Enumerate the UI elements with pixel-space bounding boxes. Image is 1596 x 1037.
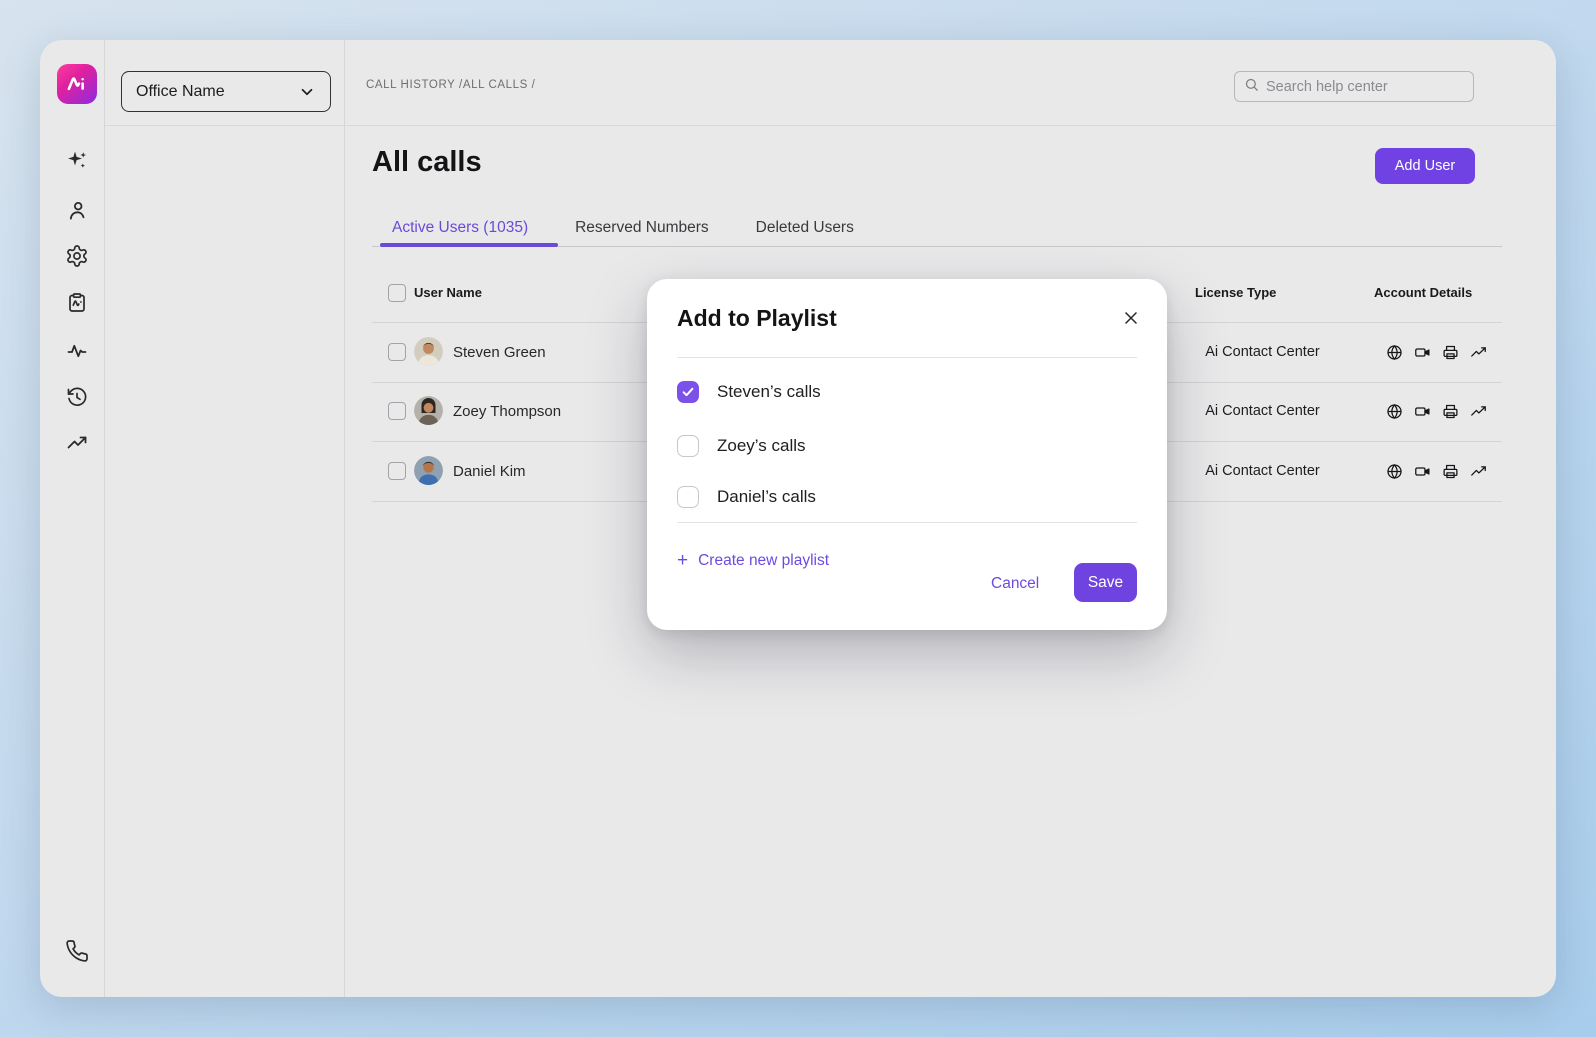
playlist-option-label: Zoey’s calls	[717, 436, 806, 456]
plus-icon: +	[677, 551, 688, 570]
sparkles-icon[interactable]	[65, 148, 89, 172]
user-name: Steven Green	[453, 344, 546, 361]
ai-logo[interactable]	[57, 64, 97, 104]
trending-up-icon[interactable]	[1470, 403, 1487, 420]
row-checkbox[interactable]	[388, 462, 406, 480]
user-name: Daniel Kim	[453, 463, 526, 480]
checkbox[interactable]	[677, 435, 699, 457]
close-icon[interactable]	[1121, 308, 1141, 328]
avatar	[414, 456, 443, 485]
printer-icon[interactable]	[1442, 403, 1459, 420]
video-camera-icon[interactable]	[1414, 403, 1431, 420]
avatar	[414, 396, 443, 425]
globe-icon[interactable]	[1386, 403, 1403, 420]
playlist-option-label: Steven’s calls	[717, 382, 821, 402]
checkbox[interactable]	[677, 381, 699, 403]
history-icon[interactable]	[65, 385, 89, 409]
printer-icon[interactable]	[1442, 463, 1459, 480]
search-icon	[1244, 77, 1259, 97]
user-icon[interactable]	[65, 199, 89, 223]
column-header-account-details: Account Details	[1374, 285, 1472, 300]
desktop-background: Office Name CALL HISTORY /ALL CALLS / Al…	[0, 0, 1596, 1037]
license-type: Ai Contact Center	[1190, 403, 1335, 419]
playlist-option-label: Daniel’s calls	[717, 487, 816, 507]
office-selector[interactable]: Office Name	[121, 71, 331, 112]
row-checkbox[interactable]	[388, 402, 406, 420]
phone-icon[interactable]	[65, 939, 89, 963]
globe-icon[interactable]	[1386, 463, 1403, 480]
app-window: Office Name CALL HISTORY /ALL CALLS / Al…	[40, 40, 1556, 997]
select-all-checkbox[interactable]	[388, 284, 406, 302]
header-divider	[105, 125, 1556, 126]
account-details-icons	[1386, 463, 1487, 480]
modal-divider	[677, 522, 1137, 523]
breadcrumb: CALL HISTORY /ALL CALLS /	[366, 79, 535, 91]
save-button[interactable]: Save	[1074, 563, 1137, 602]
chevron-down-icon	[298, 83, 316, 101]
trending-up-icon[interactable]	[1470, 463, 1487, 480]
gear-icon[interactable]	[65, 244, 89, 268]
avatar	[414, 337, 443, 366]
modal-divider	[677, 357, 1137, 358]
checkbox[interactable]	[677, 486, 699, 508]
office-selector-label: Office Name	[136, 83, 225, 101]
tab-reserved-numbers[interactable]: Reserved Numbers	[567, 213, 717, 243]
playlist-option-0[interactable]: Steven’s calls	[677, 381, 821, 403]
add-user-button[interactable]: Add User	[1375, 148, 1475, 184]
ai-logo-glyph	[64, 71, 90, 97]
create-new-playlist-label: Create new playlist	[698, 552, 829, 570]
account-details-icons	[1386, 403, 1487, 420]
ai-notes-icon[interactable]	[65, 291, 89, 315]
globe-icon[interactable]	[1386, 344, 1403, 361]
trending-up-icon[interactable]	[1470, 344, 1487, 361]
column-header-license-type: License Type	[1195, 285, 1276, 300]
license-type: Ai Contact Center	[1190, 463, 1335, 479]
add-to-playlist-modal: Add to Playlist Steven’s calls Zoey’s ca…	[647, 279, 1167, 630]
activity-icon[interactable]	[65, 339, 89, 363]
license-type: Ai Contact Center	[1190, 344, 1335, 360]
modal-title: Add to Playlist	[677, 305, 837, 332]
tab-active-users[interactable]: Active Users (1035)	[384, 213, 536, 243]
tab-deleted-users[interactable]: Deleted Users	[748, 213, 862, 243]
side-panel	[105, 40, 345, 997]
search-input[interactable]	[1266, 79, 1464, 95]
video-camera-icon[interactable]	[1414, 463, 1431, 480]
playlist-option-2[interactable]: Daniel’s calls	[677, 486, 816, 508]
video-camera-icon[interactable]	[1414, 344, 1431, 361]
tab-bar: Active Users (1035) Reserved Numbers Del…	[384, 213, 862, 243]
user-name: Zoey Thompson	[453, 403, 561, 420]
icon-rail	[40, 40, 105, 997]
check-icon	[681, 385, 695, 399]
active-tab-underline	[380, 243, 558, 247]
cancel-button[interactable]: Cancel	[991, 575, 1039, 593]
page-title: All calls	[372, 146, 482, 179]
create-new-playlist-link[interactable]: + Create new playlist	[677, 551, 829, 570]
column-header-user-name: User Name	[414, 285, 482, 300]
trending-up-icon[interactable]	[65, 431, 89, 455]
printer-icon[interactable]	[1442, 344, 1459, 361]
help-search[interactable]	[1234, 71, 1474, 102]
row-checkbox[interactable]	[388, 343, 406, 361]
playlist-option-1[interactable]: Zoey’s calls	[677, 435, 806, 457]
account-details-icons	[1386, 344, 1487, 361]
